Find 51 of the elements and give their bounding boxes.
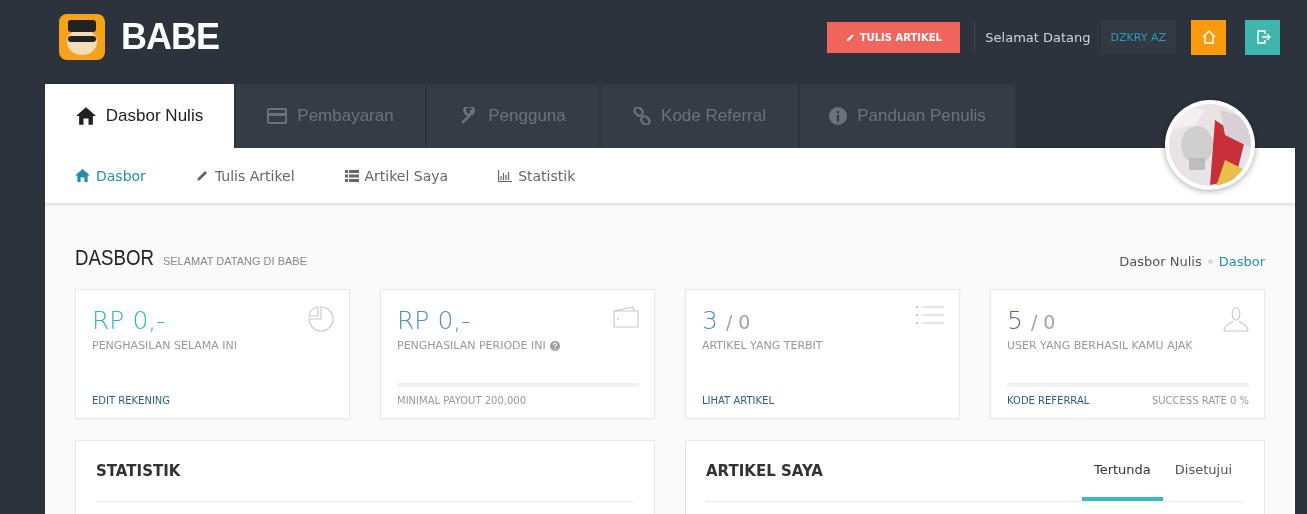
bar-chart-icon <box>498 169 513 182</box>
username-button[interactable]: DZKRY AZ <box>1100 20 1176 54</box>
panel-tab[interactable]: Disetujui <box>1162 457 1244 501</box>
stat-label: PENGHASILAN SELAMA INI <box>92 339 238 352</box>
stat-label: USER YANG BERHASIL KAMU AJAK <box>1007 339 1193 352</box>
subnav-link[interactable]: Tulis Artikel <box>195 167 295 184</box>
help-icon <box>549 340 560 351</box>
breadcrumb-link[interactable]: Dasbor <box>1218 254 1265 269</box>
stat-value: 5 <box>1007 306 1023 335</box>
mascot-logo-icon <box>59 14 105 60</box>
subnav-link[interactable]: Artikel Saya <box>344 167 449 184</box>
home-icon <box>75 106 96 126</box>
logout-button[interactable] <box>1245 19 1280 55</box>
panel-title: ARTIKEL SAYA <box>706 462 823 480</box>
pencil-icon <box>195 169 209 182</box>
credit-card-icon <box>267 108 288 124</box>
wallet-icon <box>613 306 639 328</box>
write-article-button[interactable]: TULIS ARTIKEL <box>827 21 961 53</box>
list-icon <box>344 169 359 182</box>
pie-chart-icon <box>308 306 334 332</box>
stat-label: ARTIKEL YANG TERBIT <box>702 339 823 352</box>
user-icon <box>1223 306 1249 332</box>
page-subtitle: SELAMAT DATANG DI BABE <box>162 255 307 267</box>
card-link[interactable]: EDIT REKENING <box>92 395 171 406</box>
card-link[interactable]: KODE REFERRAL <box>1007 395 1090 406</box>
card-note: MINIMAL PAYOUT 200,000 <box>397 395 527 406</box>
subnav-link[interactable]: Statistik <box>498 167 576 184</box>
subnav-link[interactable]: Dasbor <box>75 167 146 184</box>
card-link[interactable]: LIHAT ARTIKEL <box>702 395 774 406</box>
stat-label: PENGHASILAN PERIODE INI <box>397 339 546 352</box>
stat-total: / 0 <box>1030 311 1056 333</box>
list-icon <box>916 306 944 324</box>
logo-wordmark[interactable]: BABE <box>121 16 219 58</box>
home-button[interactable] <box>1191 19 1226 55</box>
info-icon <box>829 107 848 125</box>
stat-value: RP 0,- <box>397 306 471 335</box>
pencil-icon <box>845 32 855 42</box>
breadcrumb-link[interactable]: Dasbor Nulis <box>1119 254 1202 269</box>
panel-title: STATISTIK <box>96 462 181 480</box>
logout-icon <box>1254 29 1271 45</box>
page-title: DASBOR <box>75 245 154 271</box>
stat-total: / 0 <box>725 311 751 333</box>
stat-value: 3 <box>702 306 718 335</box>
greeting-text: Selamat Datang <box>985 29 1091 45</box>
stat-value: RP 0,- <box>92 306 166 335</box>
panel-tab[interactable]: Tertunda <box>1081 457 1163 501</box>
chain-link-icon <box>633 107 652 125</box>
card-note: SUCCESS RATE 0 % <box>1151 395 1249 406</box>
home-icon <box>75 168 90 183</box>
home-icon <box>1200 29 1217 45</box>
nav-tab[interactable]: Dasbor Nulis <box>45 84 234 148</box>
